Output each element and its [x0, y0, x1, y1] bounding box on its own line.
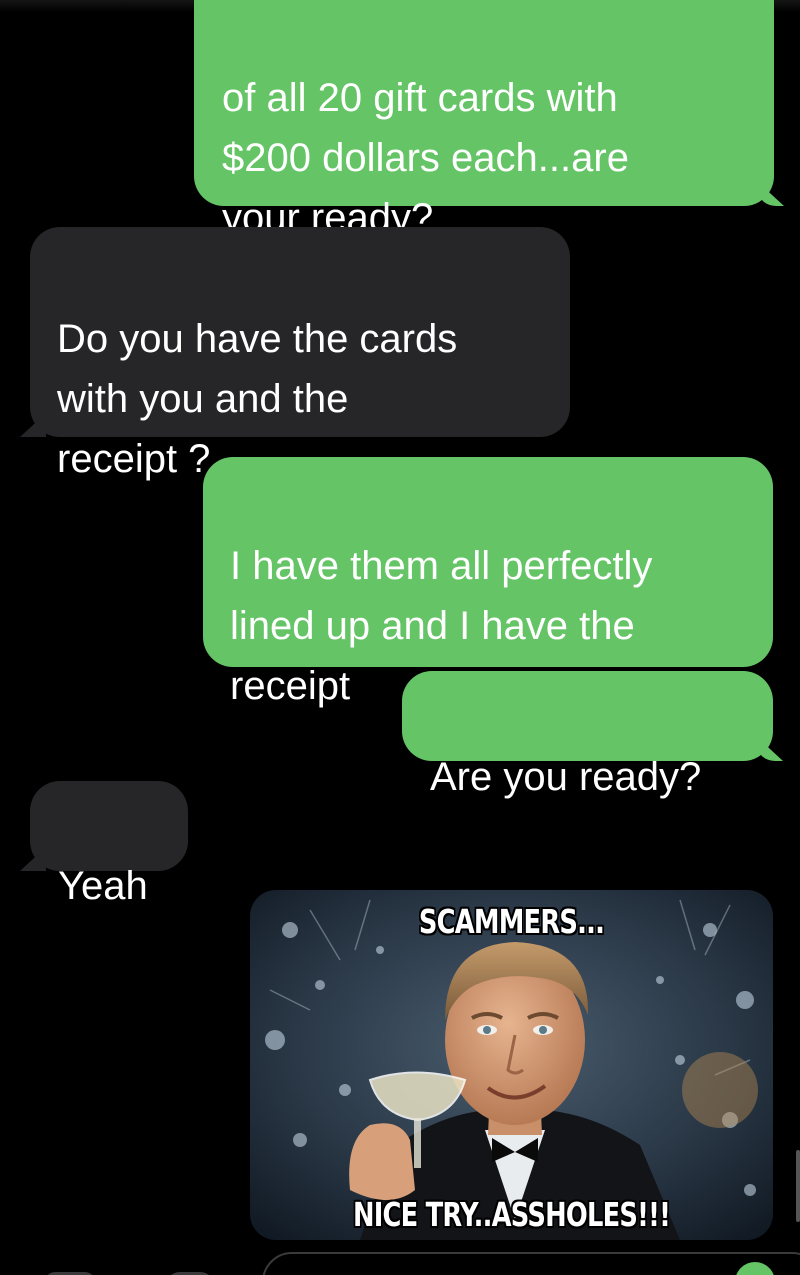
- meme-top-caption: SCAMMERS...: [418, 902, 605, 941]
- received-message-bubble[interactable]: Yeah: [30, 781, 188, 908]
- received-message-bubble[interactable]: Do you have the cards with you and the r…: [30, 227, 570, 481]
- sent-message-bubble[interactable]: of all 20 gift cards with $200 dollars e…: [194, 0, 774, 240]
- message-input-field[interactable]: [262, 1252, 800, 1275]
- message-text: Are you ready?: [430, 755, 702, 799]
- input-left-controls: [45, 1262, 225, 1275]
- message-text: of all 20 gift cards with $200 dollars e…: [222, 76, 629, 240]
- meme-image-attachment[interactable]: SCAMMERS... NICE TRY..ASSHOLES!!!: [250, 890, 773, 1240]
- meme-bottom-caption: NICE TRY..ASSHOLES!!!: [352, 1195, 671, 1234]
- message-thread[interactable]: of all 20 gift cards with $200 dollars e…: [0, 0, 800, 1275]
- sent-message-bubble[interactable]: I have them all perfectly lined up and I…: [203, 457, 773, 708]
- scroll-indicator[interactable]: [796, 1150, 800, 1222]
- message-text: Yeah: [58, 864, 148, 908]
- meme-illustration: [250, 890, 773, 1240]
- sent-message-bubble[interactable]: Are you ready?: [402, 671, 773, 799]
